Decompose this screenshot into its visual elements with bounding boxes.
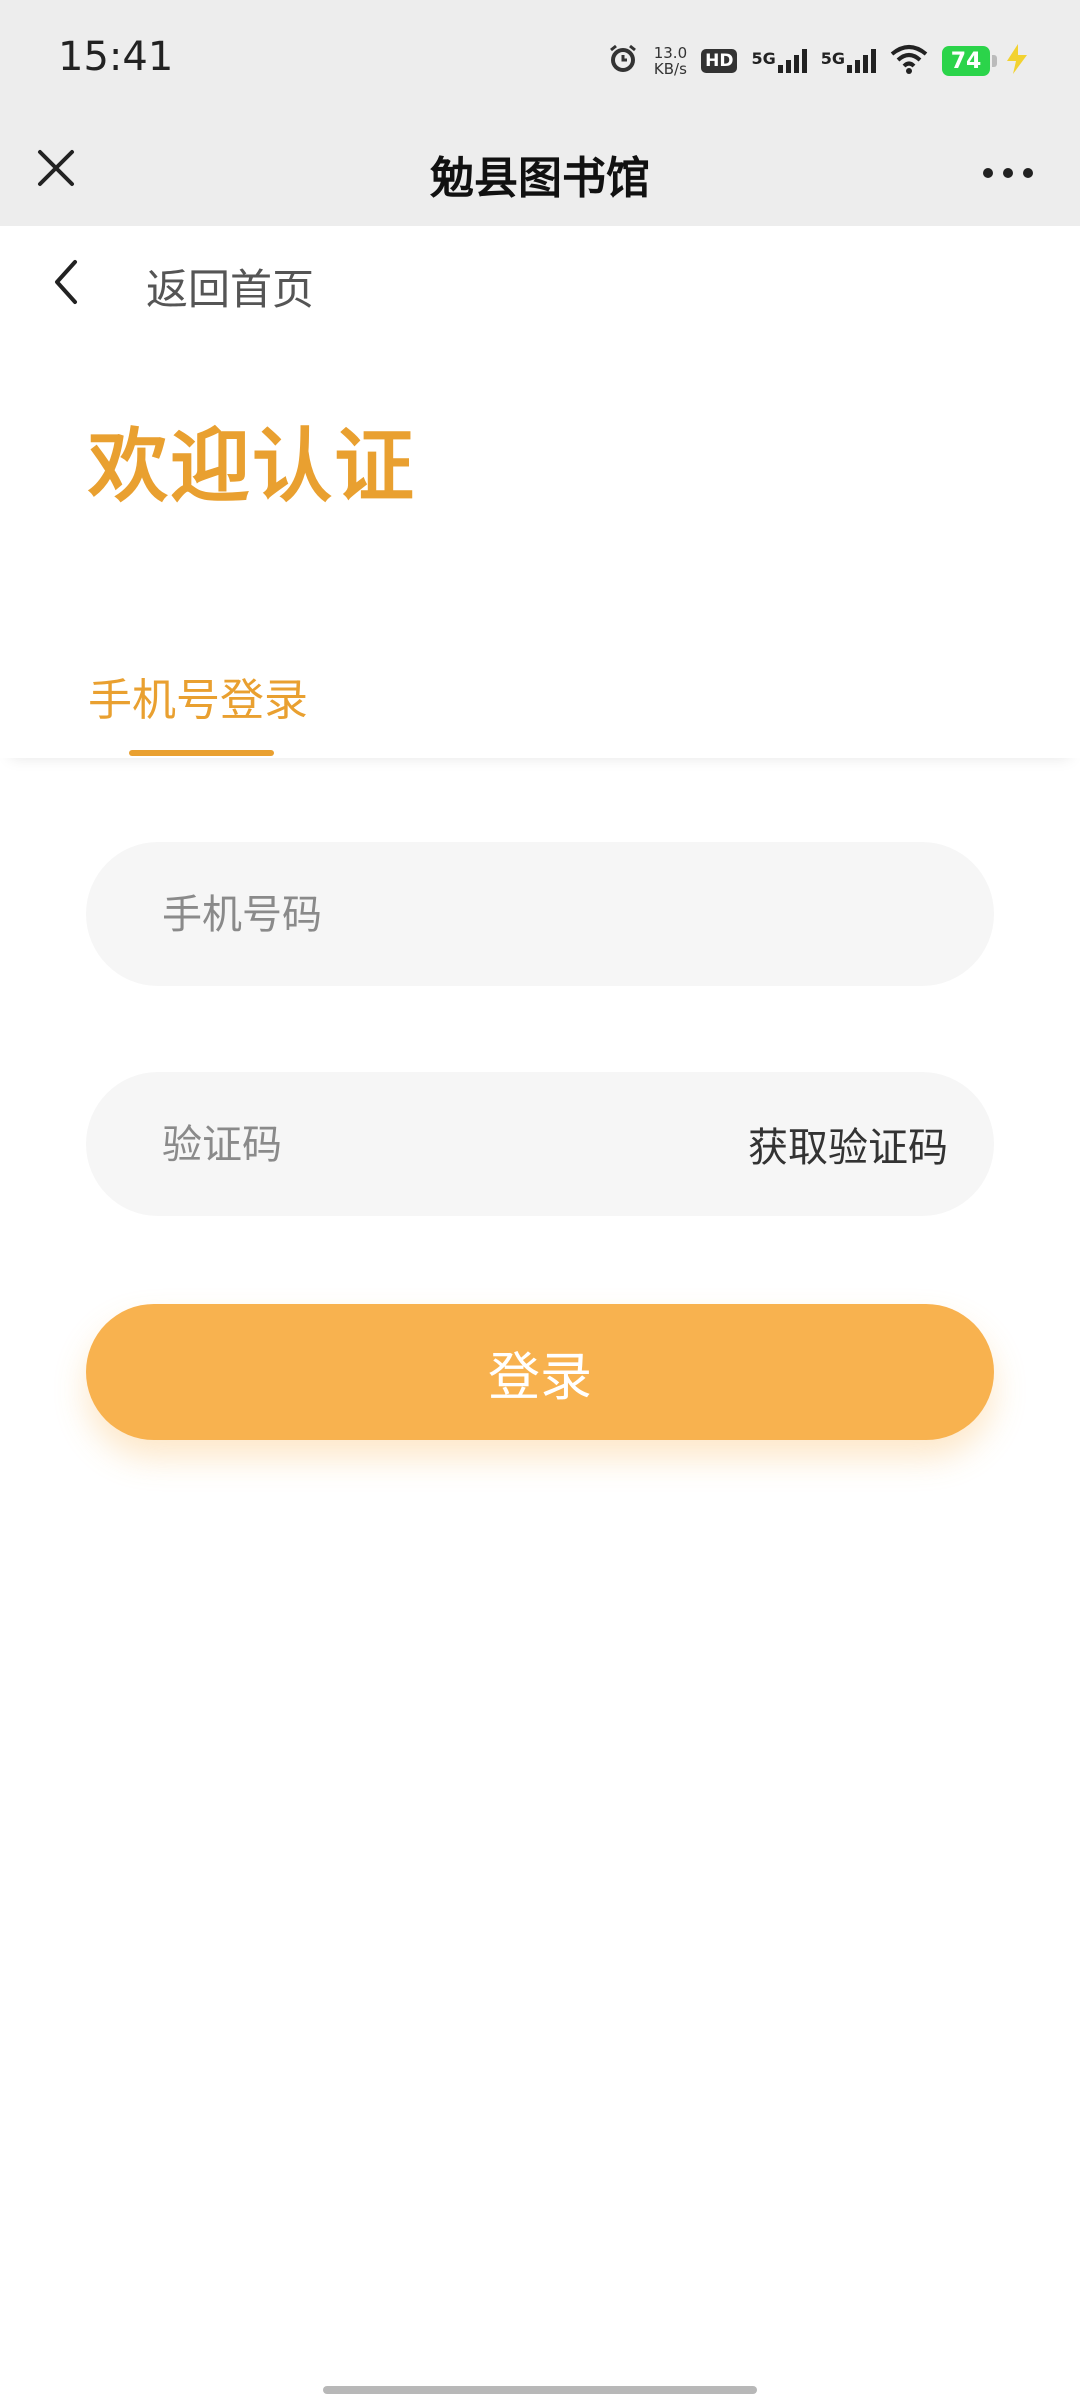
- hd-icon: HD: [701, 49, 738, 73]
- title-bar: 勉县图书馆: [0, 120, 1080, 226]
- home-indicator[interactable]: [323, 2386, 757, 2394]
- chevron-left-icon[interactable]: [44, 256, 88, 308]
- page-title: 勉县图书馆: [430, 153, 650, 204]
- login-button[interactable]: 登录: [86, 1304, 994, 1440]
- get-code-button[interactable]: 获取验证码: [748, 1072, 948, 1216]
- phone-field[interactable]: [86, 842, 994, 988]
- signal-icon: 5G: [751, 49, 807, 73]
- more-button[interactable]: [976, 148, 1040, 198]
- tab-phone-login[interactable]: 手机号登录: [88, 664, 308, 728]
- status-bar: 15:41 13.0 KB/s HD 5G 5G 74: [0, 0, 1080, 120]
- code-field[interactable]: 获取验证码: [86, 1072, 994, 1218]
- status-icons: 13.0 KB/s HD 5G 5G 74: [606, 36, 1030, 86]
- wifi-icon: [890, 44, 928, 78]
- more-icon: [982, 164, 1034, 183]
- signal-icon: 5G: [821, 49, 876, 73]
- code-input[interactable]: [160, 1072, 724, 1218]
- battery-icon: 74: [942, 46, 997, 76]
- status-time: 15:41: [58, 34, 174, 80]
- net-speed-value: 13.0: [653, 44, 688, 62]
- phone-input[interactable]: [160, 842, 724, 988]
- back-home-link[interactable]: 返回首页: [0, 226, 1080, 336]
- back-home-label[interactable]: 返回首页: [146, 256, 314, 317]
- charging-icon: [1004, 43, 1030, 79]
- sim1-label: 5G: [751, 49, 776, 68]
- sim2-label: 5G: [820, 49, 845, 68]
- net-speed-unit: KB/s: [653, 60, 687, 78]
- login-tabs: 手机号登录: [0, 640, 1080, 758]
- tab-active-indicator: [129, 750, 274, 756]
- alarm-icon: [606, 42, 640, 80]
- welcome-title: 欢迎认证: [88, 420, 416, 513]
- net-speed: 13.0 KB/s: [654, 45, 687, 77]
